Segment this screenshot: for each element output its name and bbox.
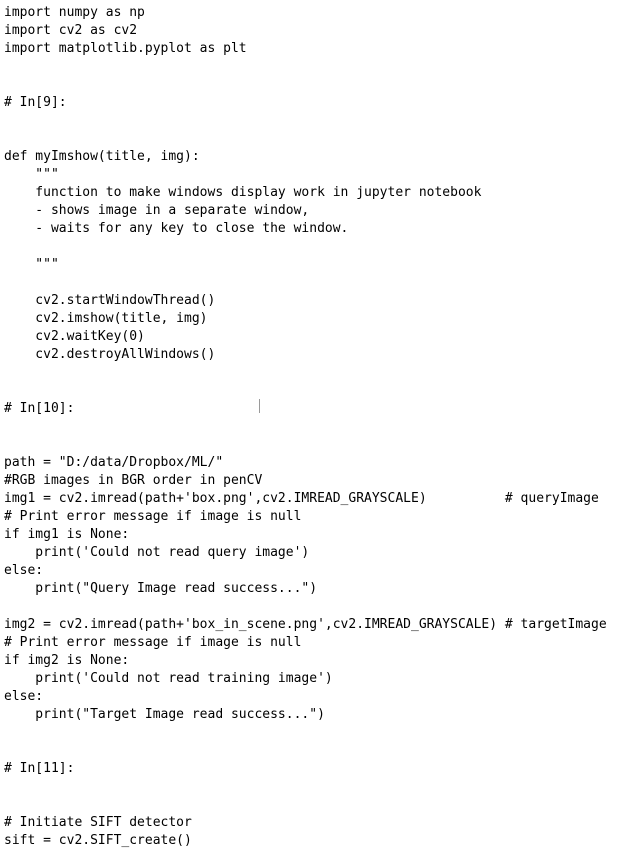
code-line: # Initiate SIFT detector <box>4 815 192 830</box>
code-line: sift = cv2.SIFT_create() <box>4 833 192 848</box>
code-line: # Print error message if image is null <box>4 509 302 524</box>
code-line: cv2.destroyAllWindows() <box>4 347 216 362</box>
code-line: # In[11]: <box>4 761 75 776</box>
code-line: - waits for any key to close the window. <box>4 221 349 236</box>
text-cursor <box>259 399 260 413</box>
code-line: """ <box>4 257 59 272</box>
code-line: else: <box>4 563 44 578</box>
code-line: #RGB images in BGR order in penCV <box>4 473 263 488</box>
code-line: print('Could not read query image') <box>4 545 310 560</box>
code-line: function to make windows display work in… <box>4 185 482 200</box>
code-line: # In[10]: <box>4 401 75 416</box>
code-line: cv2.imshow(title, img) <box>4 311 208 326</box>
code-line: img2 = cv2.imread(path+'box_in_scene.png… <box>4 617 607 632</box>
code-line: print("Query Image read success...") <box>4 581 318 596</box>
code-line: """ <box>4 167 59 182</box>
code-line: import numpy as np <box>4 5 145 20</box>
code-line: def myImshow(title, img): <box>4 149 200 164</box>
code-editor[interactable]: import numpy as np import cv2 as cv2 imp… <box>0 0 634 851</box>
code-line: print("Target Image read success...") <box>4 707 325 722</box>
code-line: else: <box>4 689 44 704</box>
code-line: if img1 is None: <box>4 527 130 542</box>
code-line: # Print error message if image is null <box>4 635 302 650</box>
code-line: import matplotlib.pyplot as plt <box>4 41 247 56</box>
code-line: import cv2 as cv2 <box>4 23 138 38</box>
code-line: print('Could not read training image') <box>4 671 333 686</box>
code-line: cv2.startWindowThread() <box>4 293 216 308</box>
code-line: cv2.waitKey(0) <box>4 329 145 344</box>
code-line: if img2 is None: <box>4 653 130 668</box>
code-line: path = "D:/data/Dropbox/ML/" <box>4 455 224 470</box>
code-line: - shows image in a separate window, <box>4 203 310 218</box>
code-line: # In[9]: <box>4 95 67 110</box>
code-line: img1 = cv2.imread(path+'box.png',cv2.IMR… <box>4 491 599 506</box>
